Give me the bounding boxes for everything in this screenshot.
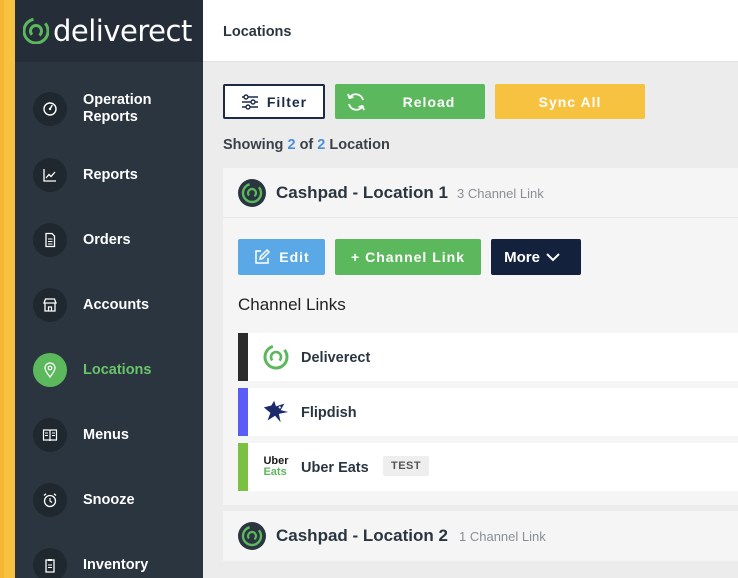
sidebar: deliverect Operation Reports Reports Ord…	[15, 0, 203, 578]
sliders-icon	[241, 93, 258, 110]
sidebar-item-label: Inventory	[83, 556, 149, 573]
brand-logo[interactable]: deliverect	[15, 0, 203, 62]
test-badge: TEST	[383, 456, 430, 476]
edit-icon	[255, 248, 271, 264]
add-channel-link-label: + Channel Link	[351, 249, 465, 265]
channel-link-row[interactable]: Uber Eats Uber Eats TEST	[238, 443, 738, 491]
map-pin-icon	[33, 353, 67, 387]
sidebar-item-menus[interactable]: Menus	[15, 410, 203, 460]
store-icon	[33, 288, 67, 322]
sidebar-item-accounts[interactable]: Accounts	[15, 280, 203, 330]
channel-color-bar	[238, 333, 248, 381]
channel-link-row[interactable]: Deliverect	[238, 333, 738, 381]
shown-count: 2	[287, 137, 296, 153]
sidebar-item-orders[interactable]: Orders	[15, 215, 203, 265]
add-channel-link-button[interactable]: + Channel Link	[335, 239, 481, 275]
sidebar-item-label: Orders	[83, 231, 131, 248]
sidebar-item-inventory[interactable]: Inventory	[15, 540, 203, 578]
deliverect-logo-icon	[23, 18, 49, 44]
page-header: Locations	[203, 0, 738, 62]
gauge-icon	[33, 92, 67, 126]
chevron-down-icon	[546, 252, 560, 261]
chart-line-icon	[33, 158, 67, 192]
uber-eats-icon: Uber Eats	[263, 455, 289, 478]
flipdish-icon	[262, 398, 290, 426]
book-icon	[33, 418, 67, 452]
filter-button[interactable]: Filter	[223, 84, 325, 119]
page-title: Locations	[223, 24, 292, 40]
edit-button[interactable]: Edit	[238, 239, 325, 275]
channel-color-bar	[238, 388, 248, 436]
left-accent-stripe-inner	[4, 0, 15, 578]
sidebar-item-label: Locations	[83, 361, 152, 378]
sync-all-label: Sync All	[538, 93, 602, 110]
channel-name: Uber Eats	[301, 460, 369, 476]
channel-link-count: 3 Channel Link	[457, 186, 544, 201]
channel-name: Flipdish	[301, 405, 357, 421]
sidebar-item-label: Menus	[83, 426, 129, 443]
sidebar-item-operation-reports[interactable]: Operation Reports	[15, 84, 203, 134]
channel-links-title: Channel Links	[238, 295, 346, 314]
sidebar-item-label: Operation Reports	[83, 92, 152, 125]
channel-name: Deliverect	[301, 350, 371, 366]
filter-label: Filter	[266, 93, 308, 110]
sidebar-item-reports[interactable]: Reports	[15, 150, 203, 200]
location-name: Cashpad - Location 2	[276, 526, 448, 545]
edit-label: Edit	[279, 249, 310, 265]
sidebar-item-locations[interactable]: Locations	[15, 345, 203, 395]
clipboard-icon	[33, 548, 67, 578]
sidebar-item-label: Snooze	[83, 491, 135, 508]
location-card-header[interactable]: Cashpad - Location 1 3 Channel Link	[223, 168, 738, 218]
sidebar-item-snooze[interactable]: Snooze	[15, 475, 203, 525]
reload-label: Reload	[402, 93, 456, 110]
sidebar-item-label: Reports	[83, 166, 138, 183]
channel-link-count: 1 Channel Link	[459, 529, 546, 544]
more-dropdown-button[interactable]: More	[491, 239, 581, 275]
alarm-clock-icon	[33, 483, 67, 517]
channel-link-row[interactable]: Flipdish	[238, 388, 738, 436]
location-logo-icon	[238, 179, 266, 207]
brand-name: deliverect	[53, 14, 192, 48]
channel-color-bar	[238, 443, 248, 491]
deliverect-icon	[262, 343, 290, 371]
document-icon	[33, 223, 67, 257]
refresh-icon	[346, 92, 365, 111]
location-card[interactable]: Cashpad - Location 2 1 Channel Link	[223, 511, 738, 561]
location-logo-icon	[238, 522, 266, 550]
sync-all-button[interactable]: Sync All	[495, 84, 645, 119]
results-summary: Showing 2 of 2 Location	[223, 137, 390, 153]
location-name: Cashpad - Location 1	[276, 183, 448, 202]
total-count: 2	[317, 137, 326, 153]
reload-button[interactable]: Reload	[335, 84, 485, 119]
sidebar-item-label: Accounts	[83, 296, 150, 313]
more-label: More	[504, 248, 540, 266]
